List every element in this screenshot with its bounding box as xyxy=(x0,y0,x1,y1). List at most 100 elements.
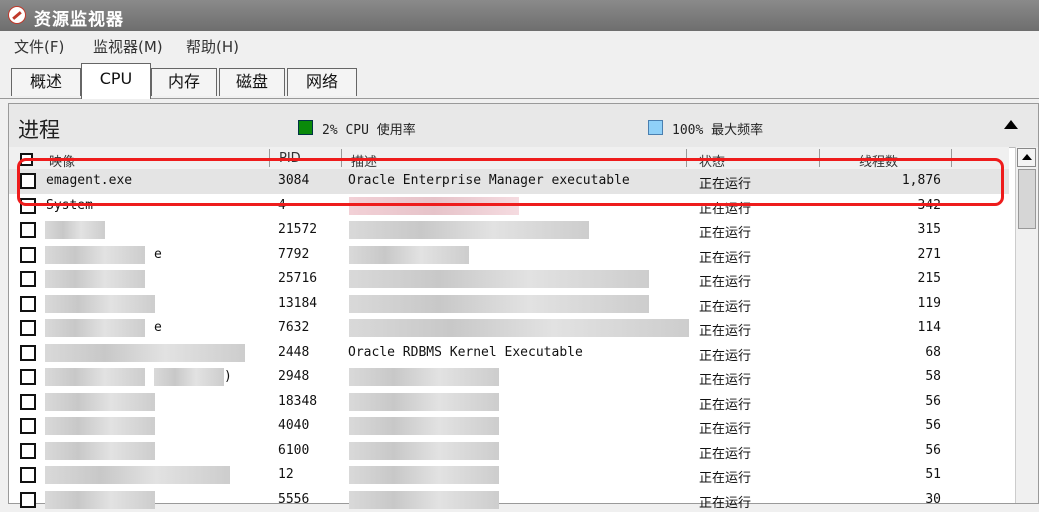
row-checkbox[interactable] xyxy=(20,467,36,483)
redacted-region xyxy=(45,295,155,313)
process-pid: 21572 xyxy=(278,222,317,237)
menu-help[interactable]: 帮助(H) xyxy=(186,36,239,57)
redacted-region xyxy=(45,417,155,435)
process-pid: 4 xyxy=(278,198,286,213)
process-pid: 13184 xyxy=(278,296,317,311)
process-name: System xyxy=(46,198,93,213)
redacted-region xyxy=(45,442,155,460)
max-frequency-label: 100% 最大频率 xyxy=(672,119,763,138)
redacted-region xyxy=(349,393,499,411)
redacted-region xyxy=(45,393,155,411)
column-threads[interactable]: 线程数 xyxy=(859,151,949,169)
process-threads: 1,876 xyxy=(902,173,941,188)
scroll-thumb[interactable] xyxy=(1018,169,1036,229)
process-pid: 25716 xyxy=(278,271,317,286)
row-checkbox[interactable] xyxy=(20,345,36,361)
process-threads: 51 xyxy=(925,467,941,482)
table-row[interactable]: e7632正在运行114 xyxy=(9,316,1009,341)
table-row[interactable]: 12正在运行51 xyxy=(9,463,1009,488)
title-bar: 资源监视器 xyxy=(0,0,1039,31)
collapse-icon[interactable] xyxy=(1004,120,1018,129)
row-checkbox[interactable] xyxy=(20,492,36,508)
table-row[interactable]: 2448Oracle RDBMS Kernel Executable正在运行68 xyxy=(9,341,1009,366)
column-divider[interactable] xyxy=(686,149,687,167)
row-checkbox[interactable] xyxy=(20,198,36,214)
redacted-region xyxy=(154,368,224,386)
redacted-region xyxy=(349,368,499,386)
column-divider[interactable] xyxy=(269,149,270,167)
process-name: ) xyxy=(224,369,232,384)
process-name: e xyxy=(154,247,162,262)
process-status: 正在运行 xyxy=(699,492,751,511)
process-status: 正在运行 xyxy=(699,296,751,315)
table-row[interactable]: )2948正在运行58 xyxy=(9,365,1009,390)
table-row[interactable]: e7792正在运行271 xyxy=(9,243,1009,268)
process-status: 正在运行 xyxy=(699,418,751,437)
process-pid: 7632 xyxy=(278,320,309,335)
process-threads: 271 xyxy=(918,247,941,262)
column-status[interactable]: 状态 xyxy=(699,151,809,169)
table-row[interactable]: emagent.exe3084Oracle Enterprise Manager… xyxy=(9,169,1009,194)
row-checkbox[interactable] xyxy=(20,271,36,287)
table-row[interactable]: 13184 正在运行 119 xyxy=(9,292,1009,317)
scroll-up-icon[interactable] xyxy=(1017,148,1036,167)
process-status: 正在运行 xyxy=(699,443,751,462)
process-section-header[interactable]: 进程 2% CPU 使用率 100% 最大频率 xyxy=(9,104,1038,148)
menu-bar: 文件(F) 监视器(M) 帮助(H) xyxy=(0,31,1039,60)
table-row[interactable]: 4040正在运行56 xyxy=(9,414,1009,439)
cpu-usage-label: 2% CPU 使用率 xyxy=(322,119,416,138)
tab-disk[interactable]: 磁盘 xyxy=(219,68,285,96)
column-pid[interactable]: PID xyxy=(279,151,339,169)
process-threads: 342 xyxy=(918,198,941,213)
row-checkbox[interactable] xyxy=(20,247,36,263)
redacted-region xyxy=(349,491,499,509)
table-row[interactable]: 6100正在运行56 xyxy=(9,439,1009,464)
row-checkbox[interactable] xyxy=(20,418,36,434)
tab-memory[interactable]: 内存 xyxy=(151,68,217,96)
redacted-region xyxy=(349,246,469,264)
process-threads: 30 xyxy=(925,492,941,507)
redacted-region xyxy=(45,319,145,337)
table-row[interactable]: 21572正在运行315 xyxy=(9,218,1009,243)
process-pid: 6100 xyxy=(278,443,309,458)
process-threads: 119 xyxy=(918,296,941,311)
row-checkbox[interactable] xyxy=(20,173,36,189)
process-name: e xyxy=(154,320,162,335)
row-checkbox[interactable] xyxy=(20,443,36,459)
process-pid: 4040 xyxy=(278,418,309,433)
table-row[interactable]: 5556正在运行30 xyxy=(9,488,1009,512)
row-checkbox[interactable] xyxy=(20,394,36,410)
redacted-region xyxy=(349,295,649,313)
row-checkbox[interactable] xyxy=(20,296,36,312)
tab-cpu[interactable]: CPU xyxy=(81,63,151,99)
table-row[interactable]: 18348正在运行56 xyxy=(9,390,1009,415)
tab-overview[interactable]: 概述 xyxy=(11,68,81,96)
process-pid: 2948 xyxy=(278,369,309,384)
process-panel: 进程 2% CPU 使用率 100% 最大频率 映像 PID 描述 状态 线程数… xyxy=(8,103,1039,504)
column-description[interactable]: 描述 xyxy=(351,151,681,169)
menu-file[interactable]: 文件(F) xyxy=(14,36,64,57)
row-checkbox[interactable] xyxy=(20,222,36,238)
process-pid: 12 xyxy=(278,467,294,482)
process-threads: 68 xyxy=(925,345,941,360)
section-title: 进程 xyxy=(18,114,60,144)
column-divider[interactable] xyxy=(951,149,952,167)
vertical-scrollbar[interactable] xyxy=(1015,147,1038,503)
row-checkbox[interactable] xyxy=(20,320,36,336)
redacted-region xyxy=(45,491,155,509)
row-checkbox[interactable] xyxy=(20,369,36,385)
process-status: 正在运行 xyxy=(699,222,751,241)
process-pid: 2448 xyxy=(278,345,309,360)
table-row[interactable]: System4正在运行342 xyxy=(9,194,1009,219)
column-divider[interactable] xyxy=(341,149,342,167)
redacted-region xyxy=(45,270,145,288)
cpu-usage-swatch xyxy=(298,120,313,135)
process-name: emagent.exe xyxy=(46,173,132,188)
tab-network[interactable]: 网络 xyxy=(287,68,357,96)
menu-monitor[interactable]: 监视器(M) xyxy=(93,36,163,57)
column-divider[interactable] xyxy=(819,149,820,167)
column-image[interactable]: 映像 xyxy=(49,151,269,169)
select-all-checkbox[interactable] xyxy=(20,153,33,166)
redacted-region xyxy=(349,197,519,215)
table-row[interactable]: 25716正在运行215 xyxy=(9,267,1009,292)
